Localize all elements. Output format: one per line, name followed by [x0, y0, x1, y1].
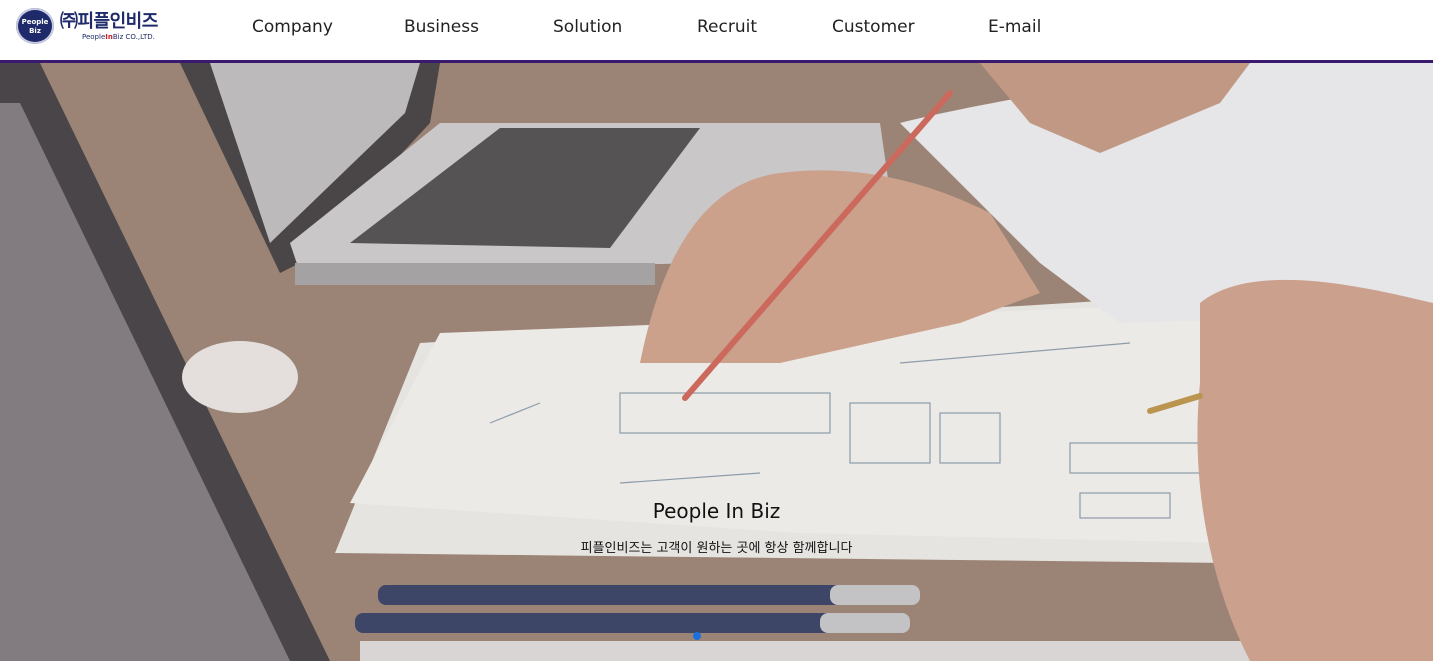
logo-english-name: PeopleInBiz CO.,LTD.	[82, 33, 155, 41]
logo-badge-line1: People	[21, 18, 49, 26]
logo-badge-text: People Biz	[16, 8, 54, 36]
logo-en-prefix: People	[82, 33, 106, 41]
hero-background-image	[0, 63, 1433, 661]
nav-company[interactable]: Company	[252, 17, 333, 37]
site-header: People Biz ㈜피플인비즈 PeopleInBiz CO.,LTD. C…	[0, 0, 1433, 60]
hero-banner: People In Biz 피플인비즈는 고객이 원하는 곳에 항상 함께합니다	[0, 63, 1433, 661]
nav-solution[interactable]: Solution	[553, 17, 622, 37]
logo-badge-line2: Biz	[29, 27, 41, 35]
hero-title: People In Biz	[652, 499, 781, 523]
logo-en-suffix: Biz CO.,LTD.	[112, 33, 155, 41]
logo-en-highlight: In	[105, 33, 113, 41]
nav-email[interactable]: E-mail	[988, 17, 1041, 37]
logo-badge-icon: People Biz	[16, 8, 54, 44]
nav-recruit[interactable]: Recruit	[697, 17, 757, 37]
nav-business[interactable]: Business	[404, 17, 479, 37]
company-logo[interactable]: People Biz ㈜피플인비즈 PeopleInBiz CO.,LTD.	[16, 7, 176, 47]
slider-indicator-dot[interactable]	[693, 632, 701, 640]
logo-korean-name: ㈜피플인비즈	[60, 11, 158, 32]
nav-customer[interactable]: Customer	[832, 17, 915, 37]
hero-subtitle: 피플인비즈는 고객이 원하는 곳에 항상 함께합니다	[580, 541, 853, 556]
